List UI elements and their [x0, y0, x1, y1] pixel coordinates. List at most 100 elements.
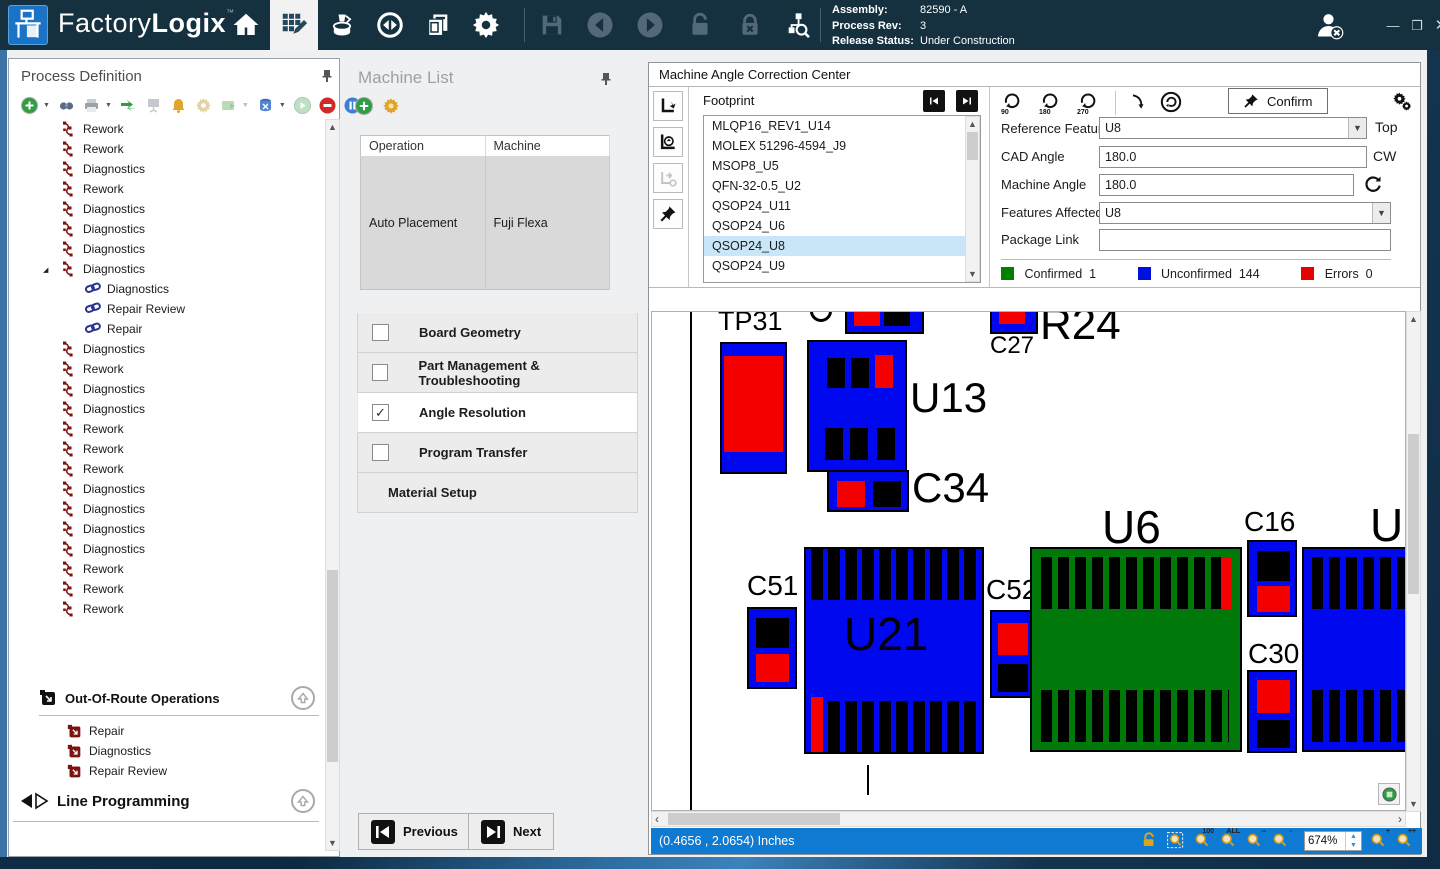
component-c52[interactable] [990, 610, 1035, 698]
tree-scrollbar[interactable]: ▲ ▼ [325, 119, 340, 851]
footprint-item[interactable]: MLQP16_REV1_U14 [704, 116, 966, 136]
home-icon[interactable] [222, 0, 270, 50]
close-button[interactable]: ✕ [1430, 16, 1440, 36]
footprint-item[interactable]: QSOP24_U11 [704, 196, 966, 216]
zoom-lock-icon[interactable] [1140, 831, 1160, 851]
maximize-button[interactable]: ❒ [1406, 16, 1428, 36]
tree-item[interactable]: ◢ Diagnostics [13, 259, 323, 279]
tree-item[interactable]: ◢ Diagnostics [13, 539, 323, 559]
tree-item[interactable]: ◢ Rework [13, 139, 323, 159]
redo-icon[interactable] [626, 0, 674, 50]
pin-icon[interactable] [600, 72, 612, 91]
lock-discard-icon[interactable] [726, 0, 774, 50]
component-c30[interactable] [1247, 670, 1297, 753]
out-of-route-item[interactable]: Repair [67, 721, 167, 741]
machine-settings-icon[interactable] [382, 97, 400, 120]
machine-table-row[interactable]: Auto Placement Fuji Flexa [361, 157, 610, 290]
tree-item[interactable]: ◢ Diagnostics [13, 519, 323, 539]
features-affected-combo[interactable]: U8▼ [1099, 202, 1391, 224]
tree-item[interactable]: ◢ Diagnostics [13, 279, 323, 299]
rotate-with-center-button[interactable] [653, 127, 683, 157]
print-dropdown-caret[interactable]: ▼ [105, 102, 112, 109]
rotate-270-icon[interactable]: 270 [1077, 91, 1103, 115]
package-link-input[interactable] [1099, 229, 1391, 251]
unlock-icon[interactable] [676, 0, 724, 50]
tree-item[interactable]: ◢ Rework [13, 439, 323, 459]
process-audit-icon[interactable] [774, 0, 822, 50]
find-icon[interactable] [58, 97, 75, 114]
wizard-step[interactable]: ✓ Program Transfer [357, 433, 638, 473]
rotate-footprint-button[interactable] [653, 91, 683, 121]
component-c51[interactable] [747, 607, 797, 689]
tree-item[interactable]: ◢ Diagnostics [13, 219, 323, 239]
component-c34[interactable] [827, 470, 909, 512]
component-u6[interactable] [1030, 547, 1242, 752]
footprint-item[interactable]: QFN-32-0.5_U2 [704, 176, 966, 196]
tree-item[interactable]: ◢ Diagnostics [13, 499, 323, 519]
wizard-step[interactable]: ✓ Part Management & Troubleshooting [357, 353, 638, 393]
line-programming-header[interactable]: Line Programming [19, 792, 190, 810]
step-checkbox[interactable]: ✓ [372, 404, 389, 421]
first-footprint-button[interactable] [923, 90, 945, 112]
wizard-step[interactable]: ✓ Material Setup [357, 473, 638, 513]
pcb-viewer[interactable]: TP31 U13 C34 C27 R24 C51 [651, 311, 1406, 811]
delete-dropdown-caret[interactable]: ▼ [279, 102, 286, 109]
zoom-all-icon[interactable]: ALL [1218, 831, 1238, 851]
print-icon[interactable] [83, 97, 100, 114]
step-checkbox[interactable]: ✓ [372, 324, 389, 341]
pcb-horizontal-scrollbar[interactable]: ‹ › [651, 811, 1406, 827]
add-dropdown-caret[interactable]: ▼ [43, 102, 50, 109]
footprint-item[interactable]: MOLEX 51296-4594_J9 [704, 136, 966, 156]
column-header-machine[interactable]: Machine [485, 136, 610, 157]
zoom-out-fast-icon[interactable]: -- [1244, 831, 1264, 851]
next-button[interactable]: Next [468, 813, 554, 850]
component-top-edge[interactable] [845, 311, 924, 334]
tree-item[interactable]: ◢ Repair [13, 319, 323, 339]
collapse-line-programming-icon[interactable] [291, 789, 315, 813]
reference-feature-combo[interactable]: U8▼ [1099, 117, 1367, 139]
auto-rotate-icon[interactable] [1160, 91, 1182, 118]
tree-item[interactable]: ◢ Rework [13, 599, 323, 619]
refresh-angle-icon[interactable] [1363, 174, 1383, 199]
tree-item[interactable]: ◢ Rework [13, 359, 323, 379]
tree-item[interactable]: ◢ Diagnostics [13, 159, 323, 179]
footprint-item[interactable]: MSOP8_U5 [704, 156, 966, 176]
tree-item[interactable]: ◢ Diagnostics [13, 239, 323, 259]
add-operation-icon[interactable] [21, 97, 38, 114]
zoom-level-input[interactable] [1305, 832, 1345, 850]
process-editor-icon[interactable] [270, 0, 318, 50]
pcb-vertical-scrollbar[interactable]: ▲ ▼ [1406, 311, 1421, 812]
tree-item[interactable]: ◢ Diagnostics [13, 199, 323, 219]
settings-gears-icon[interactable] [1391, 91, 1413, 116]
cad-angle-input[interactable] [1099, 146, 1367, 168]
tree-item[interactable]: ◢ Rework [13, 559, 323, 579]
machine-angle-input[interactable] [1099, 174, 1354, 196]
step-checkbox[interactable]: ✓ [372, 364, 388, 381]
apply-rotation-icon[interactable] [1128, 91, 1148, 118]
previous-button[interactable]: Previous [358, 813, 471, 850]
out-of-route-header[interactable]: Out-Of-Route Operations [39, 689, 220, 707]
step-checkbox[interactable]: ✓ [372, 444, 389, 461]
footprint-item[interactable]: QSOP24_U6 [704, 216, 966, 236]
component-c16[interactable] [1247, 540, 1297, 617]
expander-icon[interactable]: ◢ [43, 266, 48, 274]
wizard-step[interactable]: ✓ Board Geometry [357, 313, 638, 353]
user-logout-icon[interactable] [1312, 8, 1348, 49]
pin-icon[interactable] [321, 69, 333, 88]
stop-icon[interactable] [319, 97, 336, 114]
collapse-out-of-route-icon[interactable] [291, 686, 315, 710]
component-u13[interactable] [807, 340, 907, 472]
column-header-operation[interactable]: Operation [361, 136, 486, 157]
tree-item[interactable]: ◢ Rework [13, 179, 323, 199]
tree-item[interactable]: ◢ Diagnostics [13, 399, 323, 419]
undo-icon[interactable] [576, 0, 624, 50]
tree-item[interactable]: ◢ Diagnostics [13, 339, 323, 359]
tree-item[interactable]: ◢ Rework [13, 459, 323, 479]
zoom-100-icon[interactable]: 100 [1192, 831, 1212, 851]
tree-item[interactable]: ◢ Rework [13, 119, 323, 139]
feeder-setup-icon[interactable] [318, 0, 366, 50]
tree-item[interactable]: ◢ Diagnostics [13, 479, 323, 499]
pin-view-button[interactable] [653, 199, 683, 229]
wizard-step[interactable]: ✓ Angle Resolution [357, 393, 638, 433]
reroute-icon[interactable] [120, 97, 137, 114]
